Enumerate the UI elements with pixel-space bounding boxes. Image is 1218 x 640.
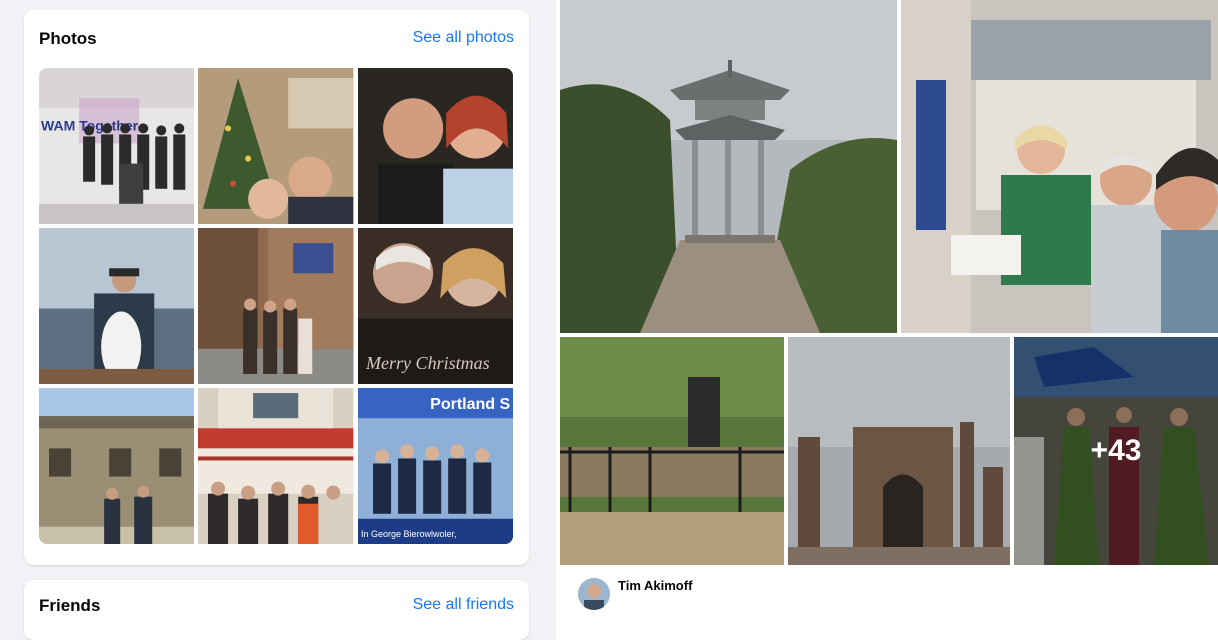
street-group-photo[interactable]	[198, 228, 354, 384]
boat-group-photo[interactable]	[198, 388, 354, 544]
author-avatar[interactable]	[578, 578, 610, 610]
couple-selfie-photo[interactable]	[357, 68, 513, 224]
train-selfie-photo[interactable]	[901, 0, 1218, 333]
group-event-photo[interactable]: WAM Together	[39, 68, 195, 224]
portland-text: Portland S	[430, 395, 510, 413]
merry-christmas-text: Merry Christmas	[365, 353, 490, 373]
friends-title: Friends	[39, 596, 101, 615]
more-photos-overlay[interactable]: +43	[1014, 337, 1218, 565]
post-media-grid: +43	[560, 0, 1218, 565]
pagoda-photo[interactable]	[560, 0, 897, 333]
see-all-friends-link[interactable]: See all friends	[413, 596, 514, 614]
portland-group-photo[interactable]: Portland S In George Bierowlwoler,	[357, 388, 513, 544]
christmas-tree-photo[interactable]	[198, 68, 354, 224]
author-name[interactable]: Tim Akimoff	[618, 578, 692, 593]
merry-christmas-photo[interactable]: Merry Christmas	[357, 228, 513, 384]
more-photos-count: +43	[1090, 434, 1142, 467]
friends-card: Friends See all friends	[24, 580, 529, 640]
dancers-photo[interactable]: +43	[1014, 337, 1218, 565]
memorial-photo[interactable]	[560, 337, 784, 565]
post-card: +43 Tim Akimoff	[556, 0, 1218, 640]
photos-card: Photos See all photos WAM Together	[24, 10, 529, 565]
photos-title: Photos	[39, 29, 97, 48]
fishing-photo[interactable]	[39, 228, 195, 384]
house-photo[interactable]	[39, 388, 195, 544]
see-all-photos-link[interactable]: See all photos	[413, 29, 514, 47]
portland-caption: In George Bierowlwoler,	[361, 529, 457, 539]
photo-grid: WAM Together	[39, 68, 513, 544]
gate-photo[interactable]	[788, 337, 1010, 565]
